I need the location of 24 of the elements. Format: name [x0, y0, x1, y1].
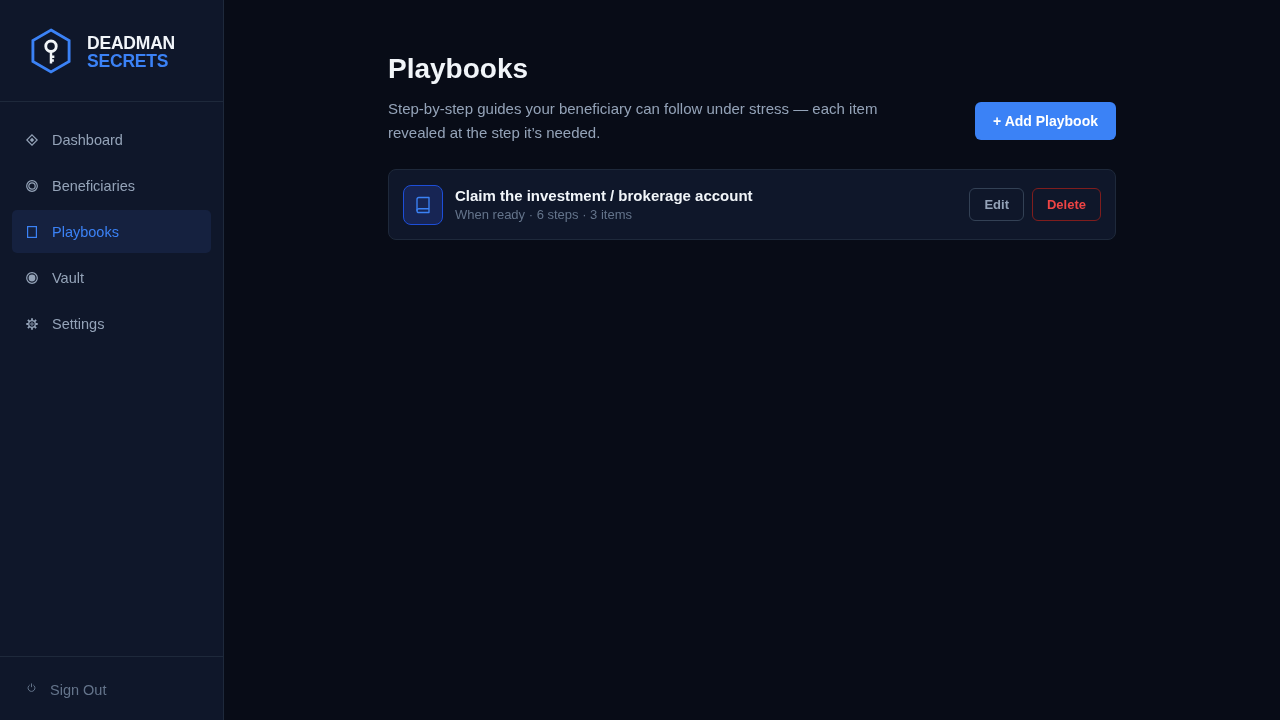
page-description: Step-by-step guides your beneficiary can follow under stress — each item revealed at the step it’s needed. — [388, 99, 879, 143]
edit-button[interactable]: Edit — [969, 188, 1024, 221]
logo-wordmark: DEADMAN — [87, 33, 176, 52]
nav-item[interactable]: Beneficiaries — [12, 164, 211, 207]
nav-item[interactable]: Playbooks — [12, 210, 211, 253]
target-dot-icon — [26, 271, 38, 284]
playbook-card[interactable]: Claim the investment / brokerage account When ready · 6 steps · 3 items Edit Delete — [388, 169, 1116, 240]
add-playbook-button[interactable]: + Add Playbook — [975, 102, 1116, 140]
page-title: Playbooks — [388, 52, 530, 86]
playbook-title: Claim the investment / brokerage account — [455, 187, 753, 204]
nav-item[interactable]: Vault — [12, 256, 211, 299]
delete-button[interactable]: Delete — [1031, 188, 1101, 221]
book-icon — [403, 184, 443, 225]
rectangle-icon — [26, 225, 38, 238]
nav-item[interactable]: Settings — [12, 302, 211, 345]
logo-wordmark: SECRETS — [87, 51, 170, 70]
double-circle-icon — [26, 179, 38, 192]
diamond-icon — [26, 133, 38, 146]
sign-out-button[interactable]: Sign Out — [12, 675, 113, 704]
nav-item[interactable]: Dashboard — [12, 118, 211, 161]
power-icon — [27, 683, 36, 692]
hexagon-key-icon — [31, 27, 71, 74]
gear-icon — [26, 317, 38, 330]
playbook-meta: When ready · 6 steps · 3 items — [455, 207, 632, 222]
